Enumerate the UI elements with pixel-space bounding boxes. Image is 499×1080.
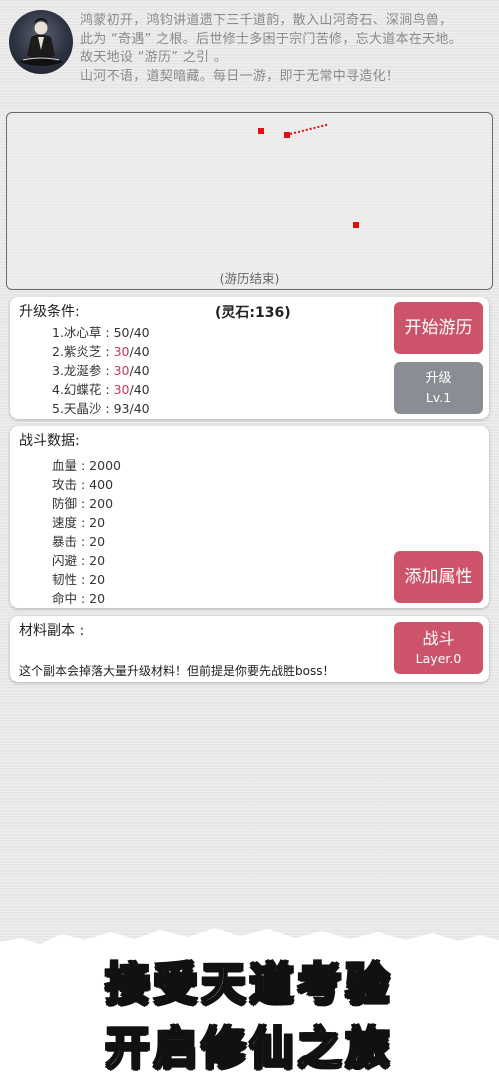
- requirement-have: 50: [113, 325, 130, 340]
- requirement-item: 1.冰心草 : 50/40: [52, 323, 150, 342]
- upgrade-title: 升级条件:: [19, 304, 80, 320]
- lore-intro-text: 鸿蒙初开，鸿钧讲道遗下三千道韵，散入山河奇石、深涧鸟兽， 此为 “奇遇” 之根。…: [80, 12, 494, 86]
- stat-item: 闪避 : 20: [52, 553, 106, 568]
- stat-item: 韧性 : 20: [52, 572, 106, 587]
- fight-label: 战斗: [422, 629, 455, 648]
- material-dungeon-panel: 材料副本 : 这个副本会掉落大量升级材料！但前提是你要先战胜boss！ 战斗 L…: [10, 616, 489, 682]
- requirement-have: 30: [113, 344, 130, 359]
- requirement-need: /40: [129, 382, 150, 397]
- start-travel-label: 开始游历: [404, 318, 473, 338]
- requirement-item: 4.幻蝶花 : 30/40: [52, 380, 150, 399]
- requirement-have: 30: [113, 382, 130, 397]
- travel-status: (游历结束): [219, 271, 280, 286]
- requirement-list: 1.冰心草 : 50/40 2.紫炎芝 : 30/40 3.龙涎参 : 30/4…: [52, 323, 150, 418]
- requirement-label: 3.龙涎参 :: [52, 363, 114, 378]
- requirement-label: 4.幻蝶花 :: [52, 382, 114, 397]
- stat-item: 防御 : 200: [52, 496, 114, 511]
- lore-line: 故天地设 “游历” 之引 。: [80, 50, 228, 65]
- stat-item: 暴击 : 20: [52, 534, 106, 549]
- upgrade-level: Lv.1: [425, 390, 452, 405]
- header: 鸿蒙初开，鸿钧讲道遗下三千道韵，散入山河奇石、深涧鸟兽， 此为 “奇遇” 之根。…: [0, 0, 499, 100]
- slogan-line-2: 开启修仙之旅: [105, 1022, 394, 1075]
- add-attribute-label: 添加属性: [404, 567, 473, 587]
- lore-line: 鸿蒙初开，鸿钧讲道遗下三千道韵，散入山河奇石、深涧鸟兽，: [80, 13, 453, 28]
- battle-stats-panel: 战斗数据: 血量 : 2000 攻击 : 400 防御 : 200 速度 : 2…: [10, 426, 489, 608]
- upgrade-panel: 升级条件: (灵石:136) 1.冰心草 : 50/40 2.紫炎芝 : 30/…: [10, 297, 489, 419]
- cultivator-avatar: [9, 10, 73, 74]
- meditating-figure-icon: [19, 18, 63, 66]
- stat-item: 速度 : 20: [52, 515, 106, 530]
- stat-list: 血量 : 2000 攻击 : 400 防御 : 200 速度 : 20 暴击 :…: [52, 456, 121, 608]
- requirement-item: 2.紫炎芝 : 30/40: [52, 342, 150, 361]
- start-travel-button[interactable]: 开始游历: [394, 302, 483, 354]
- requirement-need: /40: [129, 325, 150, 340]
- requirement-item: 3.龙涎参 : 30/40: [52, 361, 150, 380]
- requirement-have: 30: [113, 363, 130, 378]
- requirement-have: 93: [113, 401, 130, 416]
- requirement-need: /40: [129, 401, 150, 416]
- travel-map: (游历结束): [6, 112, 493, 290]
- map-marker: [258, 128, 264, 134]
- travel-trail: [290, 123, 328, 135]
- requirement-need: /40: [129, 344, 150, 359]
- battle-title: 战斗数据:: [19, 433, 80, 449]
- spirit-stone-count: (灵石:136): [215, 305, 291, 321]
- requirement-label: 5.天晶沙 :: [52, 401, 114, 416]
- material-title: 材料副本 :: [19, 623, 85, 639]
- lore-line: 此为 “奇遇” 之根。后世修士多困于宗门苦修，忘大道本在天地。: [80, 31, 463, 47]
- add-attribute-button[interactable]: 添加属性: [394, 551, 483, 603]
- dungeon-layer: Layer.0: [415, 651, 462, 666]
- upgrade-label: 升级: [425, 371, 452, 386]
- requirement-label: 1.冰心草 :: [52, 325, 114, 340]
- map-marker: [353, 222, 359, 228]
- lore-line: 山河不语，道契暗藏。每日一游，即于无常中寻造化！: [80, 68, 400, 84]
- upgrade-button[interactable]: 升级 Lv.1: [394, 362, 483, 414]
- requirement-item: 5.天晶沙 : 93/40: [52, 399, 150, 418]
- stat-item: 血量 : 2000: [52, 458, 121, 473]
- stat-item: 命中 : 20: [52, 591, 106, 606]
- requirement-label: 2.紫炎芝 :: [52, 344, 114, 359]
- requirement-need: /40: [129, 363, 150, 378]
- material-description: 这个副本会掉落大量升级材料！但前提是你要先战胜boss！: [19, 664, 335, 678]
- slogan-line-1: 接受天道考验: [105, 958, 394, 1011]
- fight-button[interactable]: 战斗 Layer.0: [394, 622, 483, 674]
- stat-item: 攻击 : 400: [52, 477, 114, 492]
